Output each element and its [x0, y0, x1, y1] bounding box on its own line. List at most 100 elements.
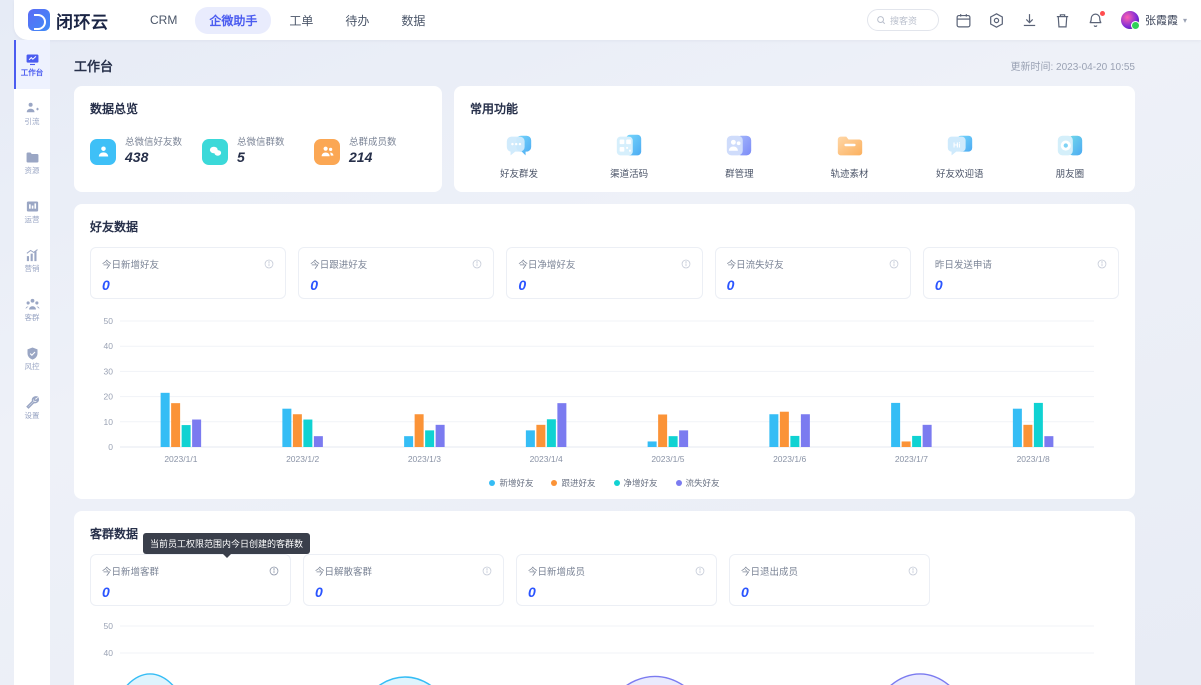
legend-label: 跟进好友: [561, 477, 595, 489]
svg-text:10: 10: [104, 417, 114, 427]
settings-button[interactable]: [988, 12, 1005, 29]
sidebar-item-customer-group[interactable]: 客群: [14, 285, 50, 334]
function-label: 朋友圈: [1056, 166, 1085, 180]
group-manage-icon: [724, 131, 754, 161]
metric-card-dissolved-groups-today[interactable]: 今日解散客群 0: [303, 554, 504, 606]
metric-label: 今日解散客群: [315, 564, 372, 578]
svg-text:2023/1/7: 2023/1/7: [895, 454, 928, 464]
overview-stats: 总微信好友数 438 总微信群数 5: [90, 137, 426, 167]
delete-button[interactable]: [1054, 12, 1071, 29]
sidebar-label-customer-group: 客群: [25, 314, 40, 322]
workbench-icon: [25, 52, 40, 67]
sidebar-item-resources[interactable]: 资源: [14, 138, 50, 187]
main-content: 工作台 更新时间: 2023-04-20 10:55 数据总览 总微信好友数 4…: [50, 40, 1187, 685]
wechat-icon: [202, 139, 228, 165]
bar-chart-icon: [25, 199, 40, 214]
friend-data-cards: 今日新增好友 0 今日跟进好友 0 今日净增好友 0: [90, 247, 1119, 299]
sidebar-item-settings[interactable]: 设置: [14, 383, 50, 432]
svg-text:30: 30: [104, 366, 114, 376]
data-overview-card: 数据总览 总微信好友数 438: [74, 86, 442, 192]
group-data-cards: 今日新增客群 0 今日解散客群 0 今日新增成员 0: [90, 554, 1119, 606]
svg-text:40: 40: [104, 648, 114, 658]
nav-item-qiwei-assistant[interactable]: 企微助手: [195, 7, 271, 34]
nav-item-todo[interactable]: 待办: [331, 7, 383, 34]
metric-card-exited-members-today[interactable]: 今日退出成员 0: [729, 554, 930, 606]
notification-badge: [1100, 11, 1105, 16]
download-button[interactable]: [1021, 12, 1038, 29]
metric-card-new-members-today[interactable]: 今日新增成员 0: [516, 554, 717, 606]
svg-text:2023/1/2: 2023/1/2: [286, 454, 319, 464]
page-header: 工作台 更新时间: 2023-04-20 10:55: [74, 52, 1135, 78]
top-bar: 闭环云 CRM 企微助手 工单 待办 数据 搜客资: [14, 0, 1201, 40]
legend-dot-icon: [614, 480, 620, 486]
brand-logo[interactable]: 闭环云: [14, 8, 130, 33]
metric-label: 昨日发送申请: [935, 257, 992, 271]
stat-total-wechat-groups: 总微信群数 5: [202, 137, 314, 167]
user-plus-icon: [25, 101, 40, 116]
brand-name: 闭环云: [56, 8, 109, 33]
sidebar: 工作台 引流 资源 运营 营销 客群 风控 设置: [14, 40, 50, 685]
info-icon[interactable]: [681, 259, 691, 269]
legend-item-net-new-friends[interactable]: 净增好友: [614, 477, 658, 489]
person-icon: [90, 139, 116, 165]
metric-card-followed-friends-today[interactable]: 今日跟进好友 0: [298, 247, 494, 299]
metric-card-requests-sent-yesterday[interactable]: 昨日发送申请 0: [923, 247, 1119, 299]
info-icon[interactable]: [472, 259, 482, 269]
metric-card-new-groups-today[interactable]: 今日新增客群 0: [90, 554, 291, 606]
info-icon[interactable]: [695, 566, 705, 576]
friend-data-section: 好友数据 今日新增好友 0 今日跟进好友 0 今日净增好友: [74, 204, 1135, 499]
calendar-button[interactable]: [955, 12, 972, 29]
sidebar-item-operations[interactable]: 运营: [14, 187, 50, 236]
metric-card-new-friends-today[interactable]: 今日新增好友 0: [90, 247, 286, 299]
legend-item-followed-friends[interactable]: 跟进好友: [551, 477, 595, 489]
nav-item-workorder[interactable]: 工单: [275, 7, 327, 34]
metric-label: 今日新增客群: [102, 564, 159, 578]
top-cards-row: 数据总览 总微信好友数 438: [74, 86, 1135, 192]
function-group-manage[interactable]: 群管理: [704, 131, 774, 180]
trash-icon: [1054, 12, 1071, 29]
legend-item-lost-friends[interactable]: 流失好友: [676, 477, 720, 489]
info-icon[interactable]: [1097, 259, 1107, 269]
info-icon[interactable]: [482, 566, 492, 576]
nav-item-data[interactable]: 数据: [387, 7, 439, 34]
sidebar-label-operations: 运营: [25, 216, 40, 224]
search-icon: [876, 15, 886, 25]
function-friend-welcome[interactable]: Hi 好友欢迎语: [925, 131, 995, 180]
info-icon[interactable]: [908, 566, 918, 576]
function-moments[interactable]: 朋友圈: [1035, 131, 1105, 180]
function-mass-message[interactable]: 好友群发: [484, 131, 554, 180]
metric-card-net-new-friends-today[interactable]: 今日净增好友 0: [506, 247, 702, 299]
search-input[interactable]: 搜客资: [867, 9, 939, 31]
user-menu[interactable]: 张霞霞 ▾: [1120, 10, 1187, 30]
sidebar-item-marketing[interactable]: 营销: [14, 236, 50, 285]
metric-value: 0: [518, 277, 690, 293]
sidebar-item-traffic[interactable]: 引流: [14, 89, 50, 138]
settings-hexagon-icon: [988, 12, 1005, 29]
notifications-button[interactable]: [1087, 12, 1104, 29]
wrench-icon: [25, 395, 40, 410]
main-nav: CRM 企微助手 工单 待办 数据: [136, 7, 439, 34]
metric-value: 0: [741, 584, 918, 600]
info-icon[interactable]: [269, 566, 279, 576]
nav-item-crm[interactable]: CRM: [136, 8, 191, 32]
stat-label: 总微信群数: [237, 137, 285, 149]
info-icon[interactable]: [889, 259, 899, 269]
metric-card-lost-friends-today[interactable]: 今日流失好友 0: [715, 247, 911, 299]
function-label: 好友欢迎语: [936, 166, 984, 180]
common-functions-title: 常用功能: [470, 100, 1119, 117]
function-track-material[interactable]: 轨迹素材: [815, 131, 885, 180]
svg-text:50: 50: [104, 621, 114, 631]
info-icon[interactable]: [264, 259, 274, 269]
page-title: 工作台: [74, 56, 113, 75]
friend-data-bar-chart: 010203040502023/1/12023/1/22023/1/32023/…: [90, 313, 1119, 473]
legend-item-new-friends[interactable]: 新增好友: [489, 477, 533, 489]
metric-value: 0: [727, 277, 899, 293]
sidebar-label-resources: 资源: [25, 167, 40, 175]
chevron-down-icon: ▾: [1183, 16, 1187, 25]
stat-total-wechat-friends: 总微信好友数 438: [90, 137, 202, 167]
function-channel-qrcode[interactable]: 渠道活码: [594, 131, 664, 180]
stat-value: 214: [349, 149, 397, 167]
sidebar-item-risk-control[interactable]: 风控: [14, 334, 50, 383]
sidebar-item-workbench[interactable]: 工作台: [14, 40, 50, 89]
data-overview-title: 数据总览: [90, 100, 426, 117]
